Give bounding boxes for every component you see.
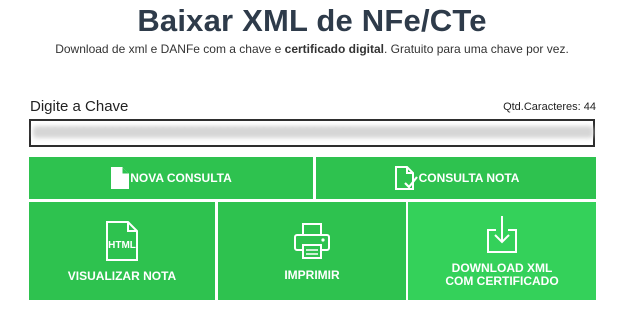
consulta-nota-label: CONSULTA NOTA (418, 170, 520, 185)
download-xml-label-line2: COM CERTIFICADO (445, 274, 559, 288)
printer-icon (294, 222, 330, 259)
html-icon-text: HTML (108, 240, 136, 251)
visualizar-nota-button[interactable]: HTML VISUALIZAR NOTA (29, 202, 215, 300)
download-xml-button[interactable]: DOWNLOAD XML COM CERTIFICADO (408, 202, 596, 300)
file-icon (111, 167, 130, 189)
imprimir-button[interactable]: IMPRIMIR (218, 202, 406, 300)
visualizar-nota-label: VISUALIZAR NOTA (67, 268, 177, 283)
subtitle-bold: certificado digital (284, 42, 385, 56)
html-file-icon: HTML (106, 220, 138, 261)
key-input-blurred-value (33, 126, 593, 138)
imprimir-label: IMPRIMIR (284, 267, 340, 282)
consulta-nota-button[interactable]: CONSULTA NOTA (316, 157, 596, 199)
subtitle-text-1: Download de xml e DANFe com a chave e (55, 42, 285, 56)
nova-consulta-label: NOVA CONSULTA (130, 170, 232, 185)
key-label: Digite a Chave (30, 98, 129, 115)
download-icon (487, 216, 517, 253)
page-title: Baixar XML de NFe/CTe (137, 3, 487, 38)
page-subtitle: Download de xml e DANFe com a chave e ce… (0, 42, 624, 56)
char-count: Qtd.Caracteres: 44 (503, 101, 596, 113)
subtitle-text-2: . Gratuito para uma chave por vez. (384, 42, 569, 56)
nova-consulta-button[interactable]: NOVA CONSULTA (29, 157, 313, 199)
file-check-icon (394, 166, 418, 190)
